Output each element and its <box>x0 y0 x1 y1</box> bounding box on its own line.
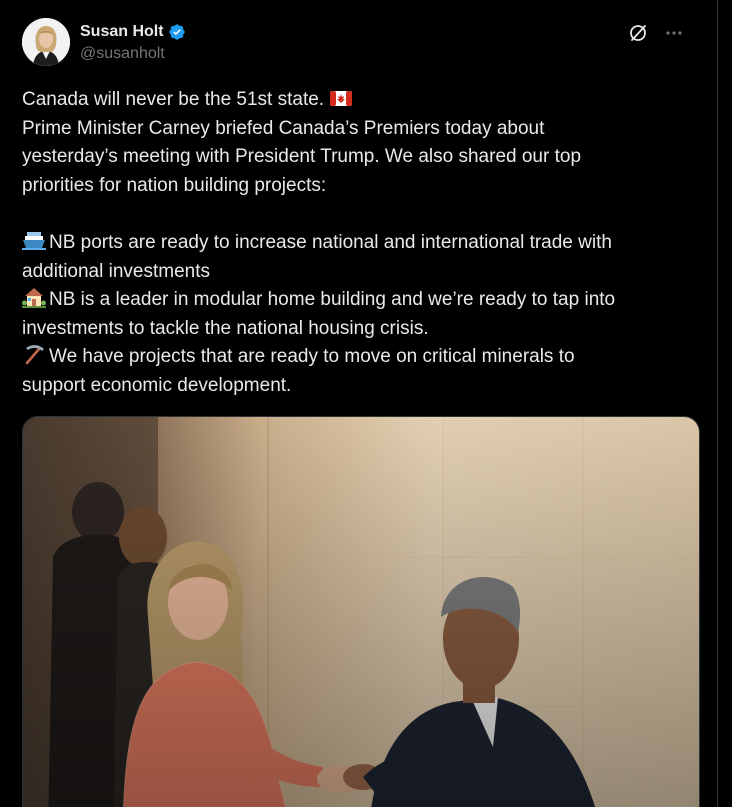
tweet-line-text: NB is a leader in modular home building … <box>49 289 616 311</box>
tweet-photo[interactable] <box>22 416 700 807</box>
canada-flag-icon <box>329 88 353 110</box>
house-with-garden-icon <box>22 286 46 309</box>
tweet-line: Canada will never be the 51st state. <box>22 86 702 115</box>
avatar-image <box>22 18 70 66</box>
verified-badge-icon[interactable] <box>168 23 186 41</box>
tweet-line: additional investments <box>22 260 210 282</box>
tweet-line: priorities for nation building projects: <box>22 174 327 196</box>
tweet-text: Canada will never be the 51st state. Pri… <box>22 86 702 401</box>
author-name-row: Susan Holt <box>80 21 186 43</box>
tweet-line-text: Canada will never be the 51st state. <box>22 89 325 110</box>
author-display-name[interactable]: Susan Holt <box>80 23 164 41</box>
author-info: Susan Holt @susanholt <box>80 21 186 63</box>
ship-icon <box>22 229 46 251</box>
tweet-line: support economic development. <box>22 374 292 396</box>
tweet-line: We have projects that are ready to move … <box>22 343 702 372</box>
pick-icon <box>22 343 46 365</box>
tweet-line: investments to tackle the national housi… <box>22 317 429 339</box>
author-handle[interactable]: @susanholt <box>80 45 186 63</box>
tweet-line: NB ports are ready to increase national … <box>22 229 702 258</box>
tweet-header: Susan Holt @susanholt <box>22 18 685 70</box>
avatar[interactable] <box>22 18 70 66</box>
tweet-line: NB is a leader in modular home building … <box>22 286 702 315</box>
tweet-container: Susan Holt @susanholt Canada will never … <box>0 0 718 807</box>
more-options-icon[interactable] <box>663 22 685 44</box>
header-actions <box>627 22 685 44</box>
tweet-line-text: We have projects that are ready to move … <box>49 346 575 368</box>
grok-icon[interactable] <box>627 22 649 44</box>
photo-image <box>23 417 699 807</box>
tweet-line-text: NB ports are ready to increase national … <box>49 231 612 253</box>
tweet-line: Prime Minister Carney briefed Canada’s P… <box>22 117 545 139</box>
tweet-line: yesterday’s meeting with President Trump… <box>22 146 582 168</box>
